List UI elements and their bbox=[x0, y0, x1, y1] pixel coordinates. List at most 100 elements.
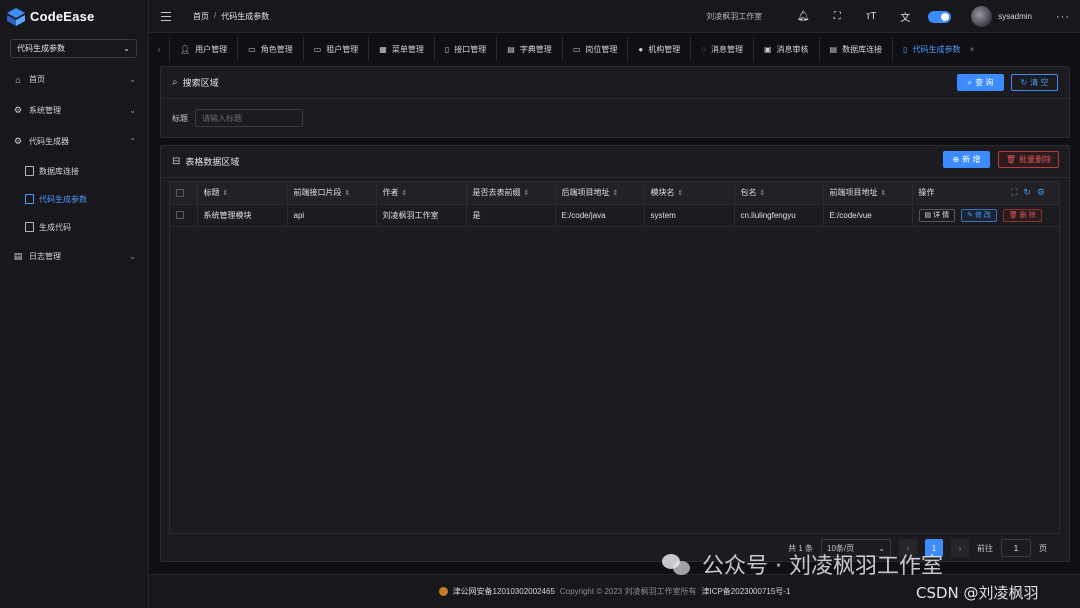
tab-codegen-params[interactable]: ▯ 代码生成参数 × bbox=[892, 37, 984, 61]
table-panel: ⊟ 表格数据区域 ⊕ 新 增 🗑︎ 批量删除 标题 ⇕ 前端接口片段 ⇕ 作者 ⇕ 是否去… bbox=[160, 145, 1070, 562]
cell-module: system bbox=[644, 204, 735, 227]
refresh-icon[interactable]: ↻ bbox=[1023, 187, 1037, 197]
tab-tenants[interactable]: ▭ 租户管理 bbox=[302, 37, 369, 61]
sidebar-item-logs[interactable]: ▤ 日志管理 ⌄ bbox=[0, 241, 148, 272]
query-button[interactable]: ⌕ 查 询 bbox=[957, 74, 1004, 91]
sort-icon[interactable]: ⇕ bbox=[678, 190, 684, 197]
tab-label: 机构管理 bbox=[648, 44, 681, 54]
goto-page-input[interactable]: 1 bbox=[1001, 539, 1031, 557]
top-header: 首页 / 代码生成参数 刘凌枫羽工作室 🔔︎ ⛶ ᴛT 文 sysadmin ·… bbox=[149, 0, 1080, 33]
username[interactable]: sysadmin bbox=[998, 12, 1032, 21]
edit-icon: ✎ bbox=[967, 212, 973, 219]
cell-package: cn.liulingfengyu bbox=[734, 204, 824, 227]
column-header[interactable]: 是否去表前缀 ⇕ bbox=[466, 182, 556, 205]
column-header-actions: 操作 ⛶↻⚙ bbox=[912, 182, 1059, 205]
sidebar-item-label: 系统管理 bbox=[29, 106, 61, 115]
logo[interactable]: CodeEase bbox=[0, 0, 148, 33]
tab-organizations[interactable]: ● 机构管理 bbox=[627, 37, 690, 61]
chevron-down-icon: ⌄ bbox=[123, 44, 130, 53]
breadcrumb-home[interactable]: 首页 bbox=[193, 11, 209, 22]
icp-record-link[interactable]: 津ICP备2023000715号-1 bbox=[701, 586, 790, 597]
chevron-down-icon: ⌄ bbox=[129, 75, 136, 84]
sidebar-item-home[interactable]: ⌂ 首页 ⌄ bbox=[0, 64, 148, 95]
column-header[interactable]: 后端项目地址 ⇕ bbox=[555, 182, 645, 205]
font-size-icon[interactable]: ᴛT bbox=[854, 11, 888, 22]
database-icon: ▤ bbox=[829, 44, 838, 54]
column-header[interactable]: 前端接口片段 ⇕ bbox=[287, 182, 377, 205]
wechat-watermark: 公众号 · 刘凌枫羽工作室 bbox=[660, 548, 943, 580]
tab-users[interactable]: 👤︎ 用户管理 bbox=[169, 37, 237, 61]
column-header[interactable]: 前端项目地址 ⇕ bbox=[823, 182, 913, 205]
wechat-watermark-text: 公众号 · 刘凌枫羽工作室 bbox=[702, 554, 943, 579]
edit-button[interactable]: ✎ 修 改 bbox=[961, 208, 997, 222]
menu-collapse-icon[interactable] bbox=[161, 11, 171, 21]
delete-button[interactable]: 🗑︎ 删 除 bbox=[1002, 208, 1042, 222]
tab-menus[interactable]: ▦ 菜单管理 bbox=[368, 37, 434, 61]
avatar[interactable] bbox=[971, 6, 993, 27]
translate-icon[interactable]: 文 bbox=[888, 9, 922, 24]
column-header-label: 前端项目地址 bbox=[829, 188, 878, 198]
tab-message-review[interactable]: ▣ 消息审核 bbox=[752, 37, 819, 61]
bell-icon[interactable]: 🔔︎ bbox=[786, 11, 820, 22]
copyright-text: Copyright © 2023 刘凌枫羽工作室所有 bbox=[559, 587, 697, 596]
gear-icon: ⚙ bbox=[13, 136, 23, 146]
row-checkbox[interactable] bbox=[176, 211, 184, 220]
sidebar-item-label: 日志管理 bbox=[29, 252, 61, 261]
tab-positions[interactable]: ▭ 岗位管理 bbox=[561, 37, 628, 61]
table-row[interactable]: 系统管理模块 api 刘凌枫羽工作室 是 E:/code/java system… bbox=[170, 204, 1059, 227]
breadcrumb: 首页 / 代码生成参数 bbox=[193, 11, 269, 22]
theme-toggle[interactable] bbox=[928, 10, 952, 23]
tab-messages[interactable]: ◌ 消息管理 bbox=[690, 37, 753, 61]
sort-icon[interactable]: ⇕ bbox=[613, 190, 619, 197]
sort-icon[interactable]: ⇕ bbox=[881, 190, 887, 197]
tab-scroll-left-icon[interactable]: ‹ bbox=[149, 45, 169, 54]
table-panel-title: 表格数据区域 bbox=[185, 157, 240, 167]
search-panel-header: ⌕ 搜索区域 bbox=[161, 67, 1069, 99]
fullscreen-icon[interactable]: ⛶ bbox=[1011, 187, 1023, 197]
trash-icon: 🗑︎ bbox=[1008, 212, 1018, 219]
police-record-link[interactable]: 津公网安备12010302002465 bbox=[453, 586, 555, 597]
detail-button[interactable]: ▤ 详 情 bbox=[918, 208, 956, 222]
sort-icon[interactable]: ⇕ bbox=[223, 190, 229, 197]
select-all-checkbox[interactable] bbox=[176, 189, 184, 198]
tab-label: 菜单管理 bbox=[391, 44, 424, 54]
sidebar-item-code-generator[interactable]: ⚙ 代码生成器 ⌃ bbox=[0, 126, 148, 157]
more-icon[interactable]: ··· bbox=[1056, 11, 1070, 23]
sidebar-subitem-generate-code[interactable]: 生成代码 bbox=[0, 213, 148, 241]
menu-icon: ▦ bbox=[379, 44, 387, 54]
tab-label: 代码生成参数 bbox=[912, 44, 961, 54]
sidebar-subitem-codegen-params[interactable]: 代码生成参数 bbox=[0, 185, 148, 213]
tab-roles[interactable]: ▭ 角色管理 bbox=[237, 37, 303, 61]
tab-dictionary[interactable]: ▤ 字典管理 bbox=[496, 37, 562, 61]
search-area-icon: ⌕ bbox=[172, 77, 178, 88]
batch-delete-button[interactable]: 🗑︎ 批量删除 bbox=[998, 151, 1059, 168]
table-panel-header: ⊟ 表格数据区域 bbox=[161, 146, 1069, 178]
title-search-input[interactable] bbox=[195, 109, 303, 127]
next-page-button[interactable]: › bbox=[951, 539, 969, 557]
sidebar-subitem-db-connection[interactable]: 数据库连接 bbox=[0, 157, 148, 185]
sidebar-item-system[interactable]: ⚙ 系统管理 ⌄ bbox=[0, 95, 148, 126]
column-header-label: 是否去表前缀 bbox=[472, 188, 521, 198]
sort-icon[interactable]: ⇕ bbox=[524, 190, 530, 197]
sidebar-route-select[interactable]: 代码生成参数 ⌄ bbox=[10, 39, 137, 58]
clear-button[interactable]: ↻ 清 空 bbox=[1011, 74, 1058, 91]
close-icon[interactable]: × bbox=[970, 45, 975, 54]
column-header[interactable]: 模块名 ⇕ bbox=[644, 182, 735, 205]
sidebar-item-label: 首页 bbox=[29, 75, 45, 84]
add-button[interactable]: ⊕ 新 增 bbox=[943, 151, 990, 168]
fullscreen-icon[interactable]: ⛶ bbox=[820, 11, 854, 22]
sort-icon[interactable]: ⇕ bbox=[402, 190, 408, 197]
column-header[interactable]: 包名 ⇕ bbox=[734, 182, 824, 205]
settings-icon[interactable]: ⚙ bbox=[1037, 187, 1051, 197]
sort-icon[interactable]: ⇕ bbox=[760, 190, 766, 197]
table-area-icon: ⊟ bbox=[172, 156, 181, 167]
tab-db-connection[interactable]: ▤ 数据库连接 bbox=[818, 37, 893, 61]
sort-icon[interactable]: ⇕ bbox=[345, 190, 351, 197]
column-header[interactable]: 标题 ⇕ bbox=[197, 182, 288, 205]
breadcrumb-current: 代码生成参数 bbox=[221, 11, 270, 21]
csdn-watermark: CSDN @刘凌枫羽 bbox=[916, 584, 1039, 602]
studio-name: 刘凌枫羽工作室 bbox=[706, 12, 763, 21]
tab-apis[interactable]: ▯ 接口管理 bbox=[433, 37, 496, 61]
breadcrumb-separator: / bbox=[214, 10, 217, 20]
column-header[interactable]: 作者 ⇕ bbox=[376, 182, 467, 205]
